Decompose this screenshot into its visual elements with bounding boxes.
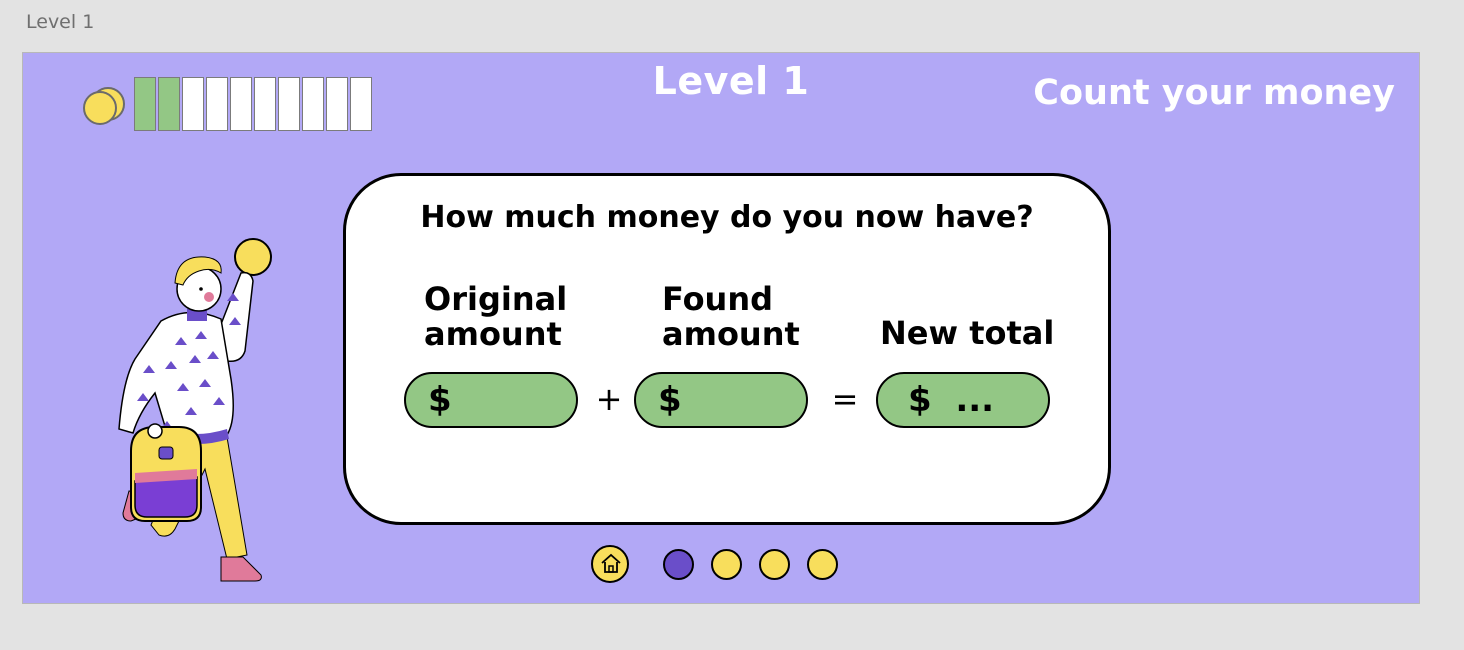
new-total-label: New total	[880, 314, 1055, 352]
progress-cell	[302, 77, 324, 131]
game-screen: Level 1 Count your money How much money …	[22, 52, 1420, 604]
found-amount-label: Found amount	[662, 280, 800, 353]
progress-cell	[158, 77, 180, 131]
page-dot-1[interactable]	[663, 549, 694, 580]
progress-cell	[278, 77, 300, 131]
page-dot-3[interactable]	[759, 549, 790, 580]
progress-cell	[326, 77, 348, 131]
coins-icon	[83, 85, 127, 125]
level-title: Level 1	[652, 59, 810, 103]
question-text: How much money do you now have?	[420, 200, 1034, 235]
home-icon	[601, 553, 621, 573]
original-amount-label: Original amount	[424, 280, 568, 353]
found-amount-field[interactable]: $	[634, 372, 808, 428]
page-dot-2[interactable]	[711, 549, 742, 580]
progress-cell	[182, 77, 204, 131]
equals-sign: =	[831, 380, 859, 418]
new-total-field[interactable]: $ ...	[876, 372, 1050, 428]
question-card: How much money do you now have? Original…	[343, 173, 1111, 525]
page-dot-4[interactable]	[807, 549, 838, 580]
home-button[interactable]	[591, 545, 629, 583]
progress-cell	[350, 77, 372, 131]
frame-label: Level 1	[26, 11, 95, 33]
plus-sign: +	[595, 380, 623, 418]
progress-cell	[254, 77, 276, 131]
original-amount-field[interactable]: $	[404, 372, 578, 428]
progress-cell	[134, 77, 156, 131]
progress-cell	[230, 77, 252, 131]
progress-cell	[206, 77, 228, 131]
character-illustration	[101, 233, 301, 597]
game-title: Count your money	[1033, 73, 1395, 113]
progress-bar	[134, 77, 374, 131]
